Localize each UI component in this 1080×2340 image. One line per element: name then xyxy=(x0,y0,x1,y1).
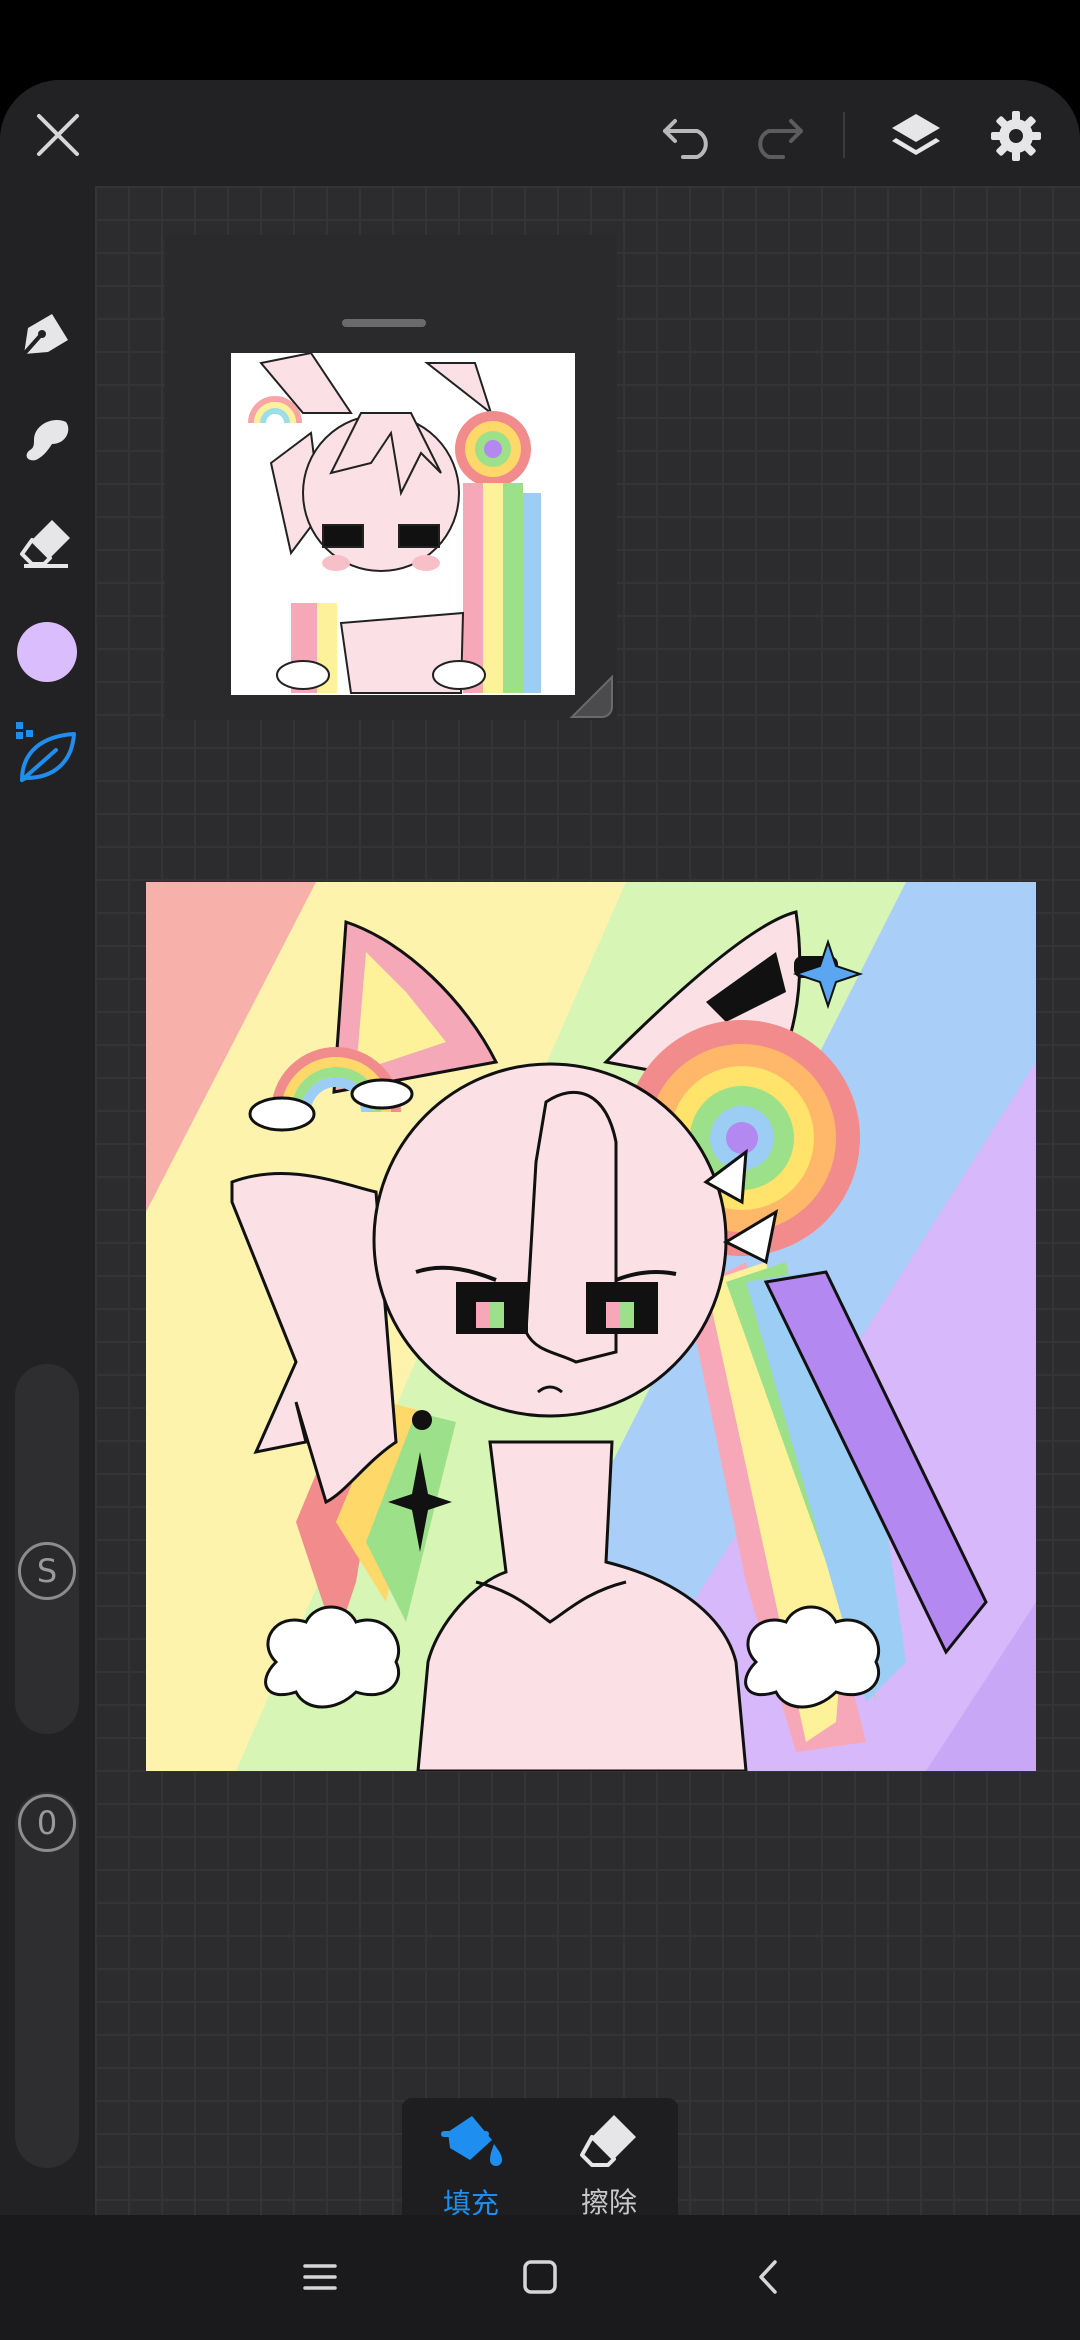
back-icon[interactable] xyxy=(738,2247,798,2307)
pen-icon[interactable] xyxy=(14,302,78,366)
fill-button[interactable]: 填充 xyxy=(402,2098,540,2215)
toolbar-divider xyxy=(843,112,845,158)
resize-handle-icon[interactable] xyxy=(568,673,614,719)
menu-icon[interactable] xyxy=(290,2247,350,2307)
drawing-app: S 0 填充 擦除 xyxy=(0,80,1080,2215)
close-icon[interactable] xyxy=(30,107,86,163)
tool-sidebar: S 0 xyxy=(0,186,95,2215)
undo-icon[interactable] xyxy=(658,108,720,164)
reference-image xyxy=(231,353,575,695)
erase-label: 擦除 xyxy=(580,2186,637,2215)
eraser-icon[interactable] xyxy=(14,510,78,574)
opacity-slider-knob[interactable]: 0 xyxy=(18,1794,76,1852)
layers-icon[interactable] xyxy=(884,104,948,168)
eraser-icon xyxy=(578,2111,640,2171)
size-slider-knob[interactable]: S xyxy=(18,1542,76,1600)
artwork-canvas[interactable] xyxy=(146,882,1036,1771)
fill-leaf-icon[interactable] xyxy=(10,716,82,788)
erase-button[interactable]: 擦除 xyxy=(540,2098,678,2215)
gear-icon[interactable] xyxy=(984,104,1048,168)
home-icon[interactable] xyxy=(510,2247,570,2307)
reference-drag-handle[interactable] xyxy=(342,319,426,327)
fill-action-bar: 填充 擦除 xyxy=(402,2098,678,2215)
color-swatch[interactable] xyxy=(17,622,77,682)
system-nav-bar xyxy=(0,2215,1080,2340)
smudge-icon[interactable] xyxy=(14,406,78,470)
top-toolbar xyxy=(0,80,1080,186)
paint-bucket-icon xyxy=(438,2110,504,2172)
reference-panel[interactable] xyxy=(165,235,617,720)
redo-icon[interactable] xyxy=(746,108,808,164)
fill-label: 填充 xyxy=(442,2187,499,2215)
